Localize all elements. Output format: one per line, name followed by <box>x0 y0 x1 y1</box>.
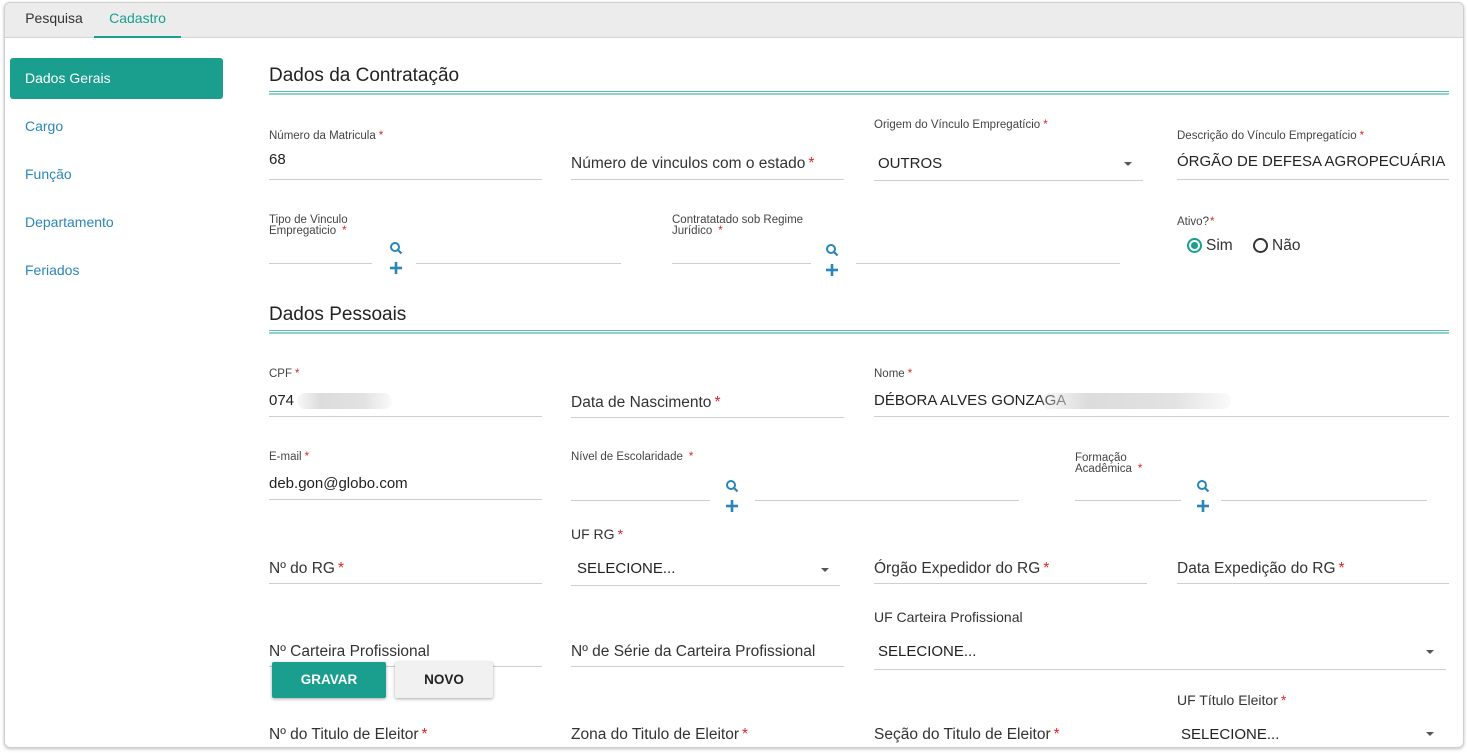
ativo-nao-radio[interactable] <box>1253 238 1268 253</box>
nascimento-underline <box>571 417 844 418</box>
formacao-desc-underline <box>1221 500 1427 501</box>
serie-carteira-underline <box>571 666 844 667</box>
ativo-nao-label[interactable]: Não <box>1272 237 1300 255</box>
sidebar: Dados Gerais Cargo Função Departamento F… <box>10 58 223 298</box>
uf-rg-label: UF RG * <box>571 526 624 542</box>
orgao-rg-underline <box>874 583 1147 584</box>
origem-vinculo-select[interactable]: OUTROS <box>878 155 942 172</box>
search-icon[interactable] <box>1196 479 1210 493</box>
zona-input[interactable]: Zona do Titulo de Eleitor * <box>571 726 748 744</box>
origem-vinculo-label: Origem do Vínculo Empregatício * <box>874 119 1048 131</box>
formacao-code-underline <box>1075 500 1181 501</box>
uf-rg-select[interactable]: SELECIONE... <box>577 560 675 577</box>
carteira-input[interactable]: Nº Carteira Profissional <box>269 643 430 661</box>
sidebar-item-departamento[interactable]: Departamento <box>10 202 223 243</box>
serie-carteira-input[interactable]: Nº de Série da Carteira Profissional <box>571 643 815 661</box>
section-title-pessoais: Dados Pessoais <box>269 304 407 325</box>
tab-bar: Pesquisa Cadastro <box>5 3 1463 38</box>
plus-icon[interactable] <box>826 264 838 276</box>
chevron-down-icon[interactable] <box>1426 732 1434 736</box>
plus-icon[interactable] <box>1197 500 1209 512</box>
ativo-sim-label[interactable]: Sim <box>1206 237 1233 255</box>
regime-code-underline <box>672 263 811 264</box>
section-divider <box>269 330 1449 334</box>
matricula-label: Número da Matricula * <box>269 130 384 142</box>
nome-underline <box>874 416 1449 417</box>
regime-label: Contratatado sob Regime Jurídico * <box>672 214 804 237</box>
tipo-vinculo-label: Tipo de Vinculo Empregaticio * <box>269 214 348 237</box>
tab-pesquisa[interactable]: Pesquisa <box>19 3 89 38</box>
ativo-sim-radio[interactable] <box>1187 238 1202 253</box>
email-input[interactable]: deb.gon@globo.com <box>269 475 408 492</box>
email-underline <box>269 499 542 500</box>
email-label: E-mail * <box>269 451 310 463</box>
redacted-blur <box>297 393 392 409</box>
data-rg-input[interactable]: Data Expedição do RG * <box>1177 560 1345 578</box>
chevron-down-icon[interactable] <box>1124 162 1132 166</box>
plus-icon[interactable] <box>390 262 402 274</box>
ativo-label: Ativo?* <box>1177 216 1215 228</box>
descricao-vinculo-label: Descrição do Vínculo Empregatício * <box>1177 130 1365 142</box>
uf-titulo-select[interactable]: SELECIONE... <box>1181 726 1279 743</box>
escolaridade-code-underline <box>571 500 710 501</box>
sidebar-item-feriados[interactable]: Feriados <box>10 250 223 291</box>
rg-underline <box>269 583 542 584</box>
matricula-underline <box>269 179 542 180</box>
section-divider <box>269 91 1449 95</box>
plus-icon[interactable] <box>726 500 738 512</box>
matricula-input[interactable]: 68 <box>269 151 286 168</box>
tab-cadastro[interactable]: Cadastro <box>94 3 181 38</box>
uf-carteira-label: UF Carteira Profissional <box>874 609 1023 625</box>
cpf-underline <box>269 416 542 417</box>
sidebar-item-cargo[interactable]: Cargo <box>10 106 223 147</box>
descricao-vinculo-input[interactable]: ÓRGÃO DE DEFESA AGROPECUÁRIA <box>1177 153 1445 170</box>
section-title-contratacao: Dados da Contratação <box>269 65 460 86</box>
orgao-rg-input[interactable]: Órgão Expedidor do RG * <box>874 560 1049 578</box>
data-rg-underline <box>1177 583 1449 584</box>
search-icon[interactable] <box>389 241 403 255</box>
gravar-button[interactable]: GRAVAR <box>272 662 386 698</box>
escolaridade-desc-underline <box>755 500 1019 501</box>
escolaridade-label: Nível de Escolaridade * <box>571 451 694 463</box>
titulo-input[interactable]: Nº do Titulo de Eleitor * <box>269 726 428 744</box>
chevron-down-icon[interactable] <box>1426 650 1434 654</box>
cpf-input[interactable]: 074 <box>269 392 294 409</box>
tipo-vinculo-code-underline <box>269 263 372 264</box>
uf-rg-underline <box>571 585 840 586</box>
origem-vinculo-underline <box>874 180 1143 181</box>
descricao-vinculo-underline <box>1177 179 1449 180</box>
nome-input[interactable]: DÉBORA ALVES GONZAGA <box>874 392 1066 409</box>
sidebar-item-dados-gerais[interactable]: Dados Gerais <box>10 58 223 99</box>
app-window: Pesquisa Cadastro Dados Gerais Cargo Fun… <box>4 2 1464 748</box>
cpf-label: CPF * <box>269 368 300 380</box>
search-icon[interactable] <box>825 243 839 257</box>
formacao-label: Formação Acadêmica * <box>1075 452 1143 475</box>
nascimento-input[interactable]: Data de Nascimento * <box>571 394 720 412</box>
novo-button[interactable]: NOVO <box>395 662 493 698</box>
sidebar-item-funcao[interactable]: Função <box>10 154 223 195</box>
redacted-blur <box>1041 393 1231 409</box>
search-icon[interactable] <box>725 479 739 493</box>
secao-input[interactable]: Seção do Titulo de Eleitor * <box>874 726 1060 744</box>
rg-input[interactable]: Nº do RG * <box>269 560 344 578</box>
uf-titulo-label: UF Título Eleitor * <box>1177 692 1287 708</box>
regime-desc-underline <box>856 263 1120 264</box>
uf-carteira-select[interactable]: SELECIONE... <box>878 643 976 660</box>
vinculos-estado-underline <box>571 179 844 180</box>
uf-carteira-underline <box>874 669 1446 670</box>
tipo-vinculo-desc-underline <box>416 263 621 264</box>
nome-label: Nome * <box>874 368 913 380</box>
chevron-down-icon[interactable] <box>821 568 829 572</box>
vinculos-estado-input[interactable]: Número de vinculos com o estado * <box>571 155 814 173</box>
